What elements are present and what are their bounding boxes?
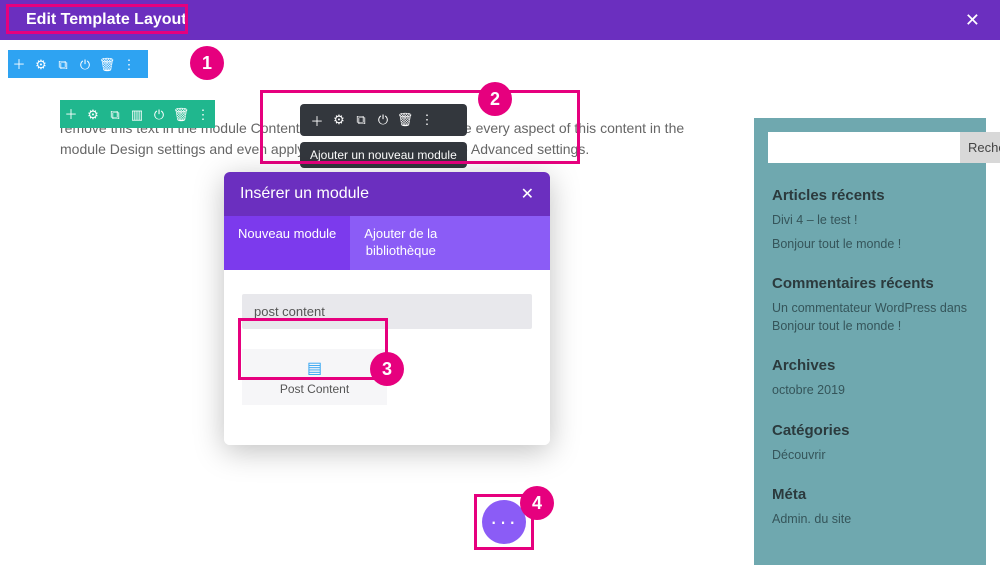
row-toolbar[interactable]: ＋ ⚙ ⧉ ▥ ⏻ 🗑 ⋮ xyxy=(60,100,215,128)
plus-icon[interactable]: ＋ xyxy=(60,100,82,128)
sidebar-link[interactable]: Découvrir xyxy=(772,447,968,465)
duplicate-icon[interactable]: ⧉ xyxy=(52,50,74,78)
annotation-dot-1: 1 xyxy=(190,46,224,80)
sidebar-heading: Commentaires récents xyxy=(772,275,968,292)
stage: ＋ ⚙ ⧉ ⏻ 🗑 ⋮ ＋ ⚙ ⧉ ▥ ⏻ 🗑 ⋮ remove this te… xyxy=(0,50,1000,78)
modal-tabs: Nouveau module Ajouter de la bibliothèqu… xyxy=(224,216,550,270)
annotation-dot-4: 4 xyxy=(520,486,554,520)
close-icon[interactable]: ✕ xyxy=(521,184,534,204)
tab-new-module[interactable]: Nouveau module xyxy=(224,216,350,270)
trash-icon[interactable]: 🗑 xyxy=(170,100,192,128)
annotation-2-highlight xyxy=(260,90,580,164)
gear-icon[interactable]: ⚙ xyxy=(30,50,52,78)
duplicate-icon[interactable]: ⧉ xyxy=(104,100,126,128)
trash-icon[interactable]: 🗑 xyxy=(96,50,118,78)
annotation-dot-2: 2 xyxy=(478,82,512,116)
sidebar-heading: Catégories xyxy=(772,422,968,439)
sidebar-link[interactable]: Admin. du site xyxy=(772,511,968,529)
annotation-1-highlight xyxy=(6,4,188,34)
dots-icon[interactable]: ⋮ xyxy=(192,100,214,128)
search-button[interactable]: Rechercher xyxy=(960,132,1000,163)
module-tile-label: Post Content xyxy=(280,382,349,396)
sidebar-recent-comments: Commentaires récents Un commentateur Wor… xyxy=(754,265,986,347)
section-toolbar[interactable]: ＋ ⚙ ⧉ ⏻ 🗑 ⋮ xyxy=(8,50,148,78)
gear-icon[interactable]: ⚙ xyxy=(82,100,104,128)
sidebar-heading: Articles récents xyxy=(772,187,968,204)
annotation-3-highlight xyxy=(238,318,388,380)
dots-icon[interactable]: ⋮ xyxy=(118,50,140,78)
sidebar-search: Rechercher xyxy=(754,118,986,177)
search-input[interactable] xyxy=(768,132,960,163)
sidebar-link[interactable]: Un commentateur WordPress dans Bonjour t… xyxy=(772,300,968,335)
power-icon[interactable]: ⏻ xyxy=(74,50,96,78)
sidebar-heading: Méta xyxy=(772,486,968,503)
columns-icon[interactable]: ▥ xyxy=(126,100,148,128)
sidebar-link[interactable]: octobre 2019 xyxy=(772,382,968,400)
sidebar-archives: Archives octobre 2019 xyxy=(754,347,986,412)
sidebar-link[interactable]: Divi 4 – le test ! xyxy=(772,212,968,230)
sidebar-meta: Méta Admin. du site xyxy=(754,476,986,541)
tab-library[interactable]: Ajouter de la bibliothèque xyxy=(350,216,451,270)
sidebar: Rechercher Articles récents Divi 4 – le … xyxy=(754,118,986,565)
close-icon[interactable]: ✕ xyxy=(965,10,980,31)
insert-module-modal: Insérer un module ✕ Nouveau module Ajout… xyxy=(224,172,550,445)
sidebar-recent-posts: Articles récents Divi 4 – le test ! Bonj… xyxy=(754,177,986,265)
sidebar-link[interactable]: Bonjour tout le monde ! xyxy=(772,236,968,254)
sidebar-categories: Catégories Découvrir xyxy=(754,412,986,477)
modal-title: Insérer un module xyxy=(240,185,369,203)
plus-icon[interactable]: ＋ xyxy=(8,50,30,78)
sidebar-heading: Archives xyxy=(772,357,968,374)
modal-header: Insérer un module ✕ xyxy=(224,172,550,216)
power-icon[interactable]: ⏻ xyxy=(148,100,170,128)
annotation-dot-3: 3 xyxy=(370,352,404,386)
